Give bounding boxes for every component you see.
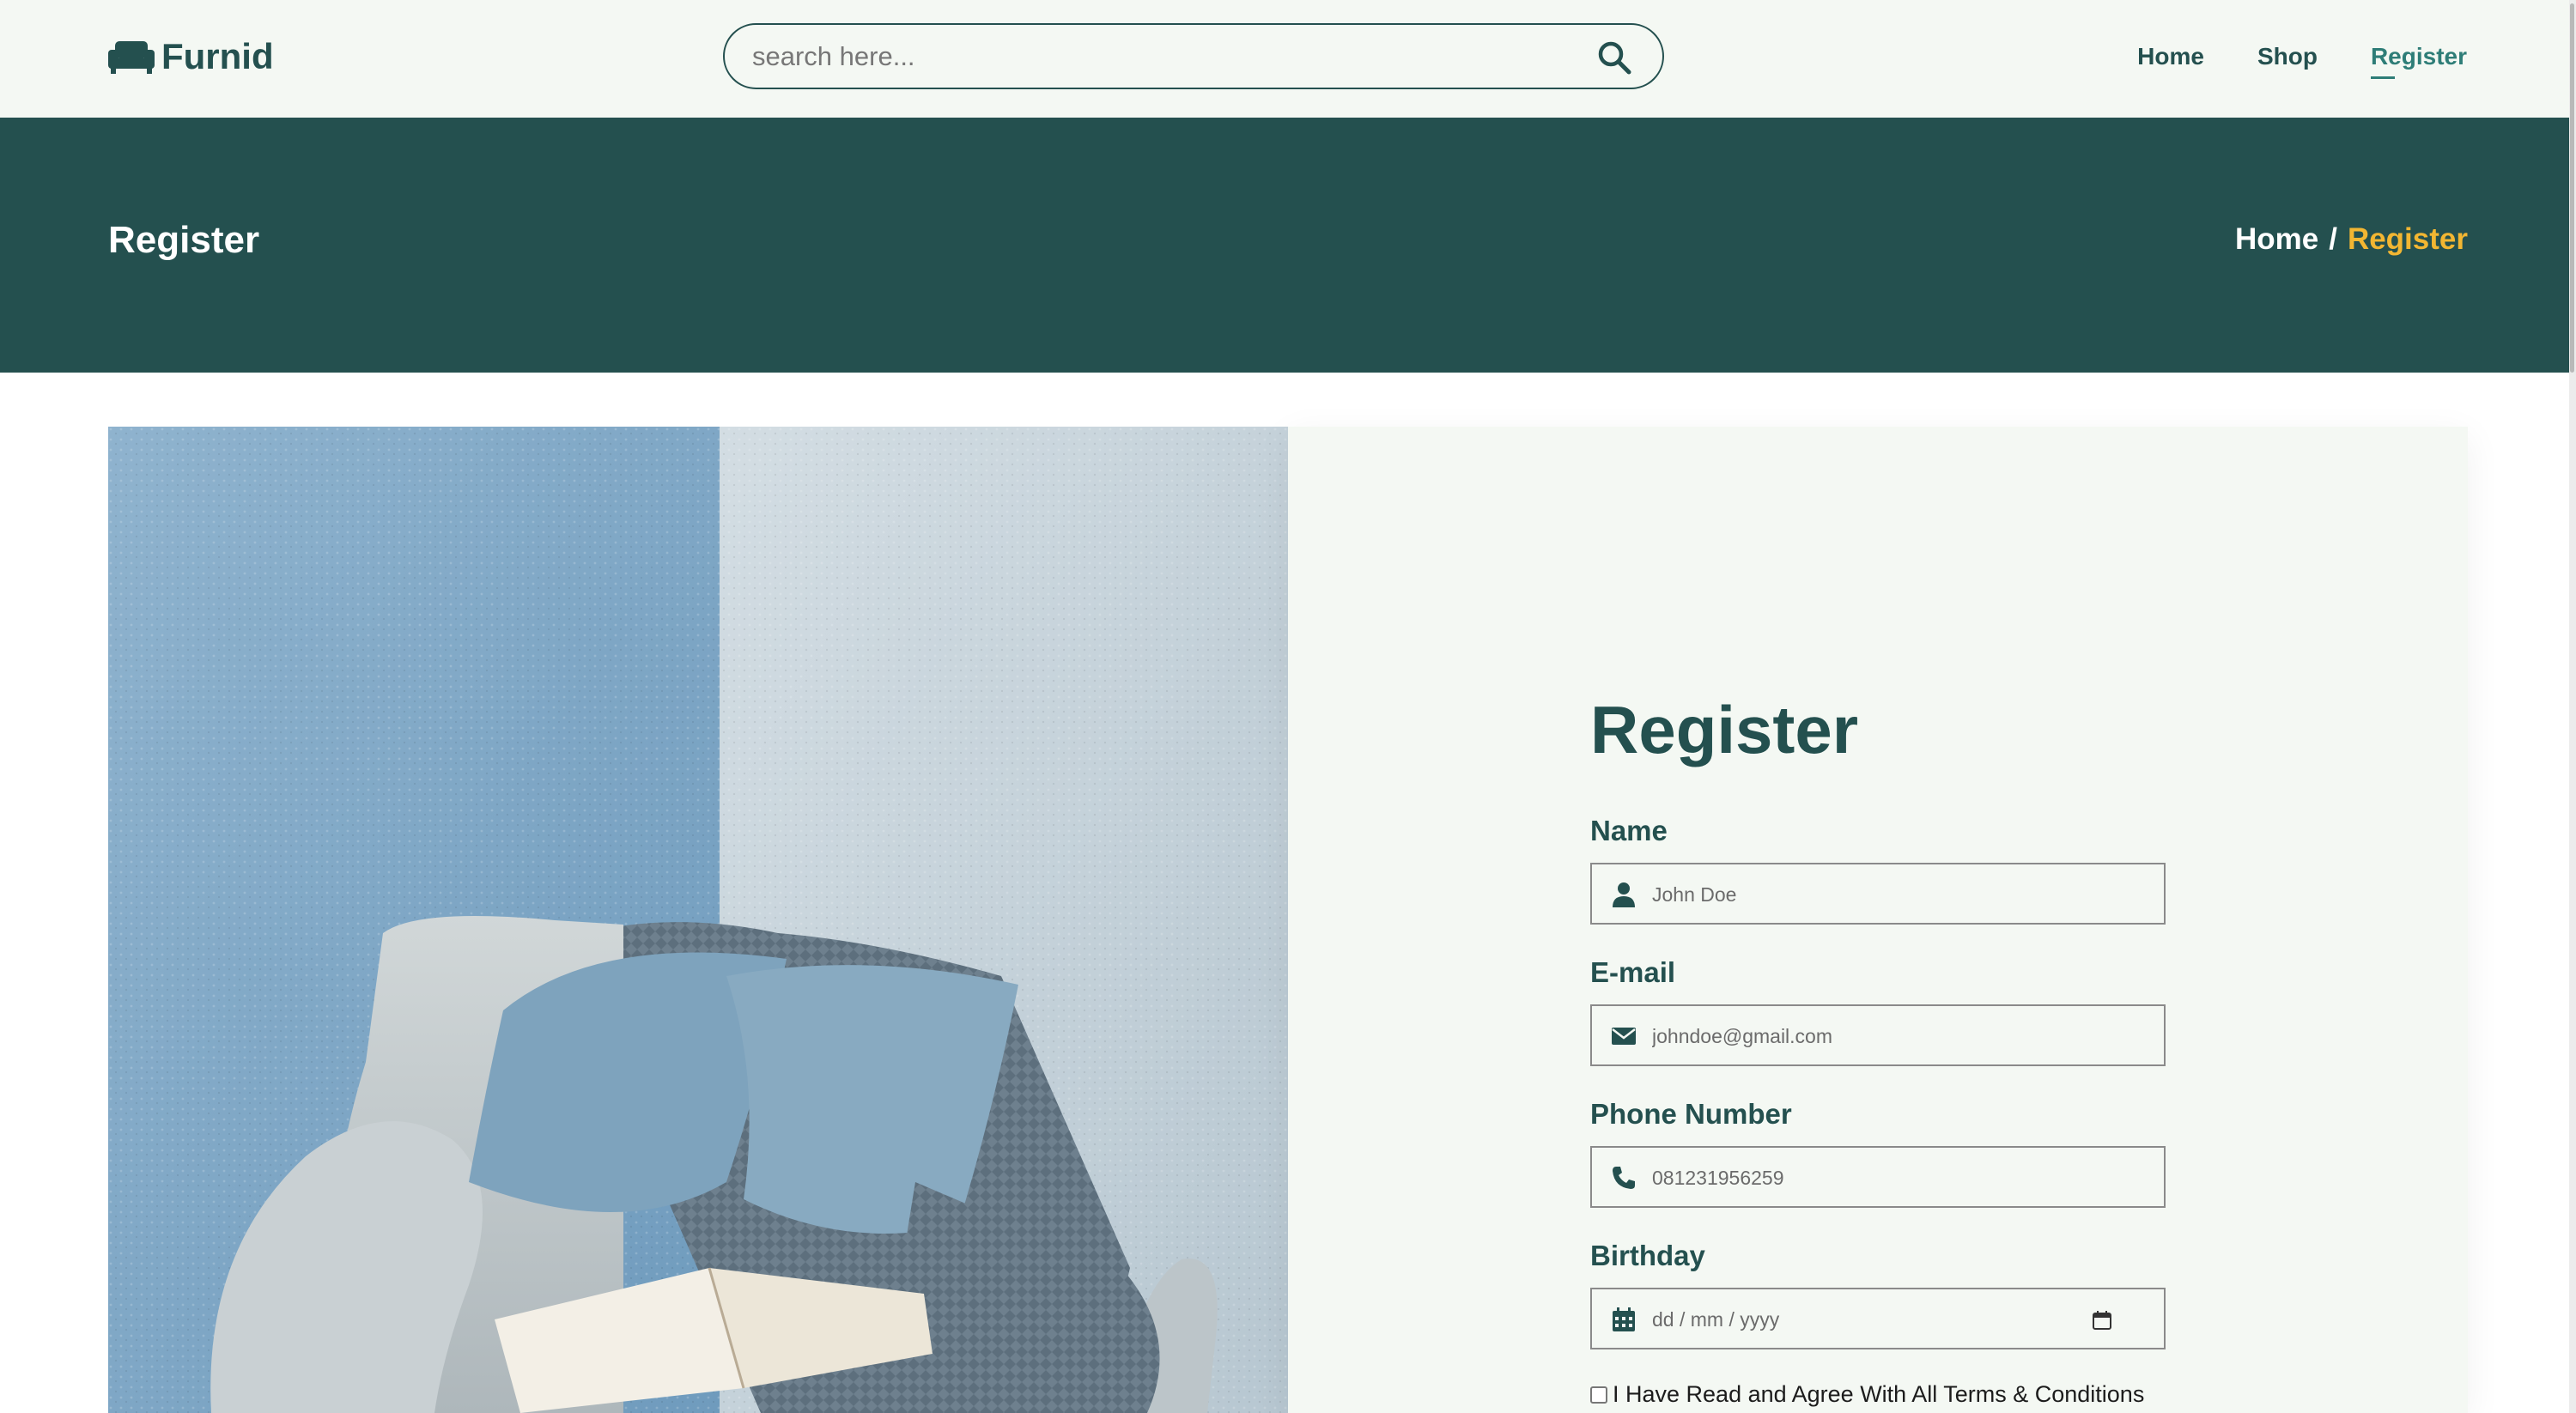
- sofa-icon: [108, 41, 155, 74]
- birthday-label: Birthday: [1590, 1240, 1705, 1271]
- email-field[interactable]: [1590, 1004, 2166, 1066]
- hero-image: [108, 427, 1288, 1413]
- phone-field[interactable]: [1590, 1146, 2166, 1208]
- phone-input[interactable]: [1650, 1158, 2135, 1198]
- brand-name: Furnid: [161, 36, 274, 76]
- search-input[interactable]: [750, 33, 1561, 80]
- breadcrumb-separator: /: [2329, 222, 2337, 256]
- calendar-icon: [1613, 1307, 1635, 1331]
- name-field[interactable]: [1590, 863, 2166, 925]
- nav-shop[interactable]: Shop: [2257, 43, 2318, 70]
- nav-register[interactable]: Register: [2370, 43, 2467, 79]
- phone-label: Phone Number: [1590, 1098, 1792, 1130]
- name-input[interactable]: [1650, 875, 2135, 914]
- breadcrumb-home[interactable]: Home: [2235, 222, 2318, 257]
- birthday-field[interactable]: [1590, 1288, 2166, 1349]
- terms-label[interactable]: I Have Read and Agree With All Terms & C…: [1613, 1381, 2144, 1408]
- search-bar: [723, 23, 1664, 89]
- nav-links: Home Shop Register: [2137, 38, 2467, 79]
- terms-checkbox[interactable]: [1590, 1386, 1607, 1404]
- register-form-panel: Register Name E-mail Phone Number Birthd…: [1288, 427, 2468, 1413]
- page-banner: Register Home / Register: [0, 118, 2569, 373]
- search-icon[interactable]: [1597, 40, 1631, 75]
- phone-icon: [1613, 1167, 1635, 1189]
- form-title: Register: [1590, 692, 1859, 767]
- breadcrumb: Home / Register: [2235, 222, 2468, 257]
- banner-title: Register: [108, 219, 260, 261]
- date-picker-icon[interactable]: [2092, 1310, 2112, 1331]
- navbar: Furnid Home Shop Register: [0, 0, 2576, 118]
- brand-logo[interactable]: Furnid: [108, 31, 274, 82]
- nav-home[interactable]: Home: [2137, 43, 2204, 70]
- breadcrumb-current: Register: [2347, 222, 2468, 256]
- page-scrollbar[interactable]: [2569, 0, 2576, 1413]
- birthday-input[interactable]: [1650, 1300, 2135, 1339]
- email-input[interactable]: [1650, 1016, 2135, 1056]
- terms-row: I Have Read and Agree With All Terms & C…: [1590, 1381, 2144, 1408]
- armchair-photo: [108, 427, 1288, 1413]
- user-icon: [1613, 882, 1635, 907]
- envelope-icon: [1612, 1028, 1636, 1045]
- email-label: E-mail: [1590, 956, 1676, 988]
- name-label: Name: [1590, 815, 1668, 846]
- scrollbar-thumb[interactable]: [2570, 3, 2574, 373]
